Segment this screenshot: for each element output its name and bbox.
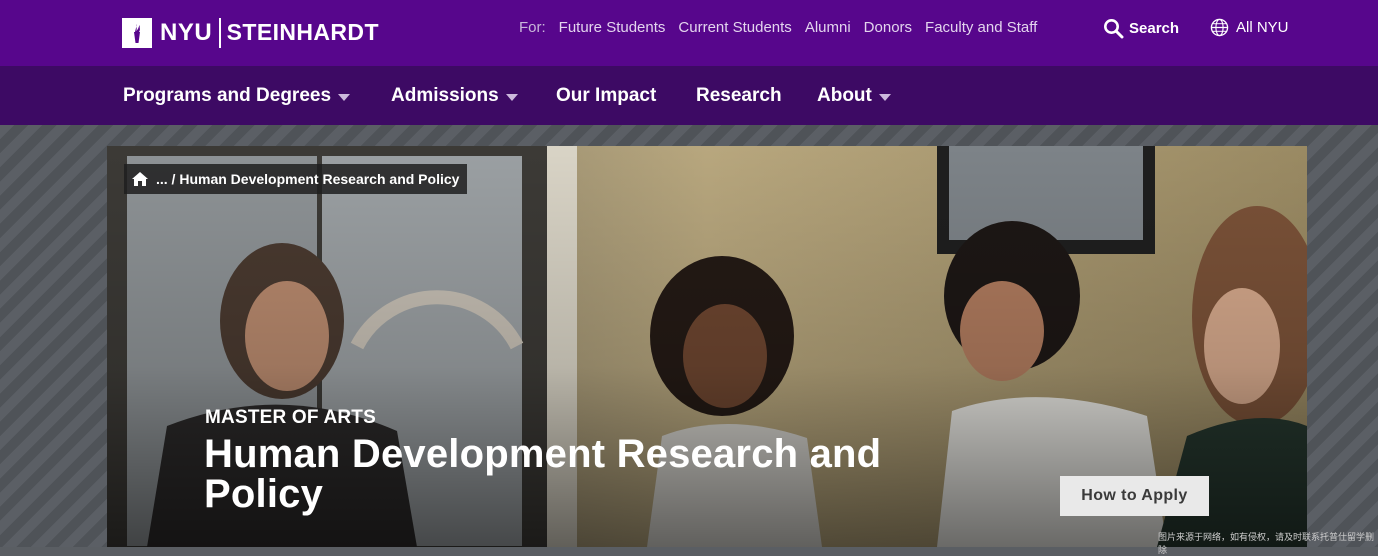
page-title: Human Development Research and Policy (204, 432, 882, 516)
search-icon (1104, 19, 1124, 39)
nav-our-impact[interactable]: Our Impact (556, 85, 656, 107)
link-donors[interactable]: Donors (864, 19, 912, 36)
nyu-steinhardt-logo[interactable]: NYU STEINHARDT (122, 17, 379, 48)
breadcrumb: ... / Human Development Research and Pol… (124, 164, 468, 194)
for-label: For: (519, 19, 546, 36)
nav-label: About (817, 85, 872, 106)
nav-label: Admissions (391, 85, 499, 106)
link-current-students[interactable]: Current Students (678, 19, 791, 36)
nyu-torch-icon (122, 17, 152, 48)
how-to-apply-button[interactable]: How to Apply (1060, 476, 1209, 516)
nav-research[interactable]: Research (696, 85, 782, 107)
caret-down-icon (338, 94, 351, 101)
nav-about[interactable]: About (817, 85, 891, 107)
logo-divider (219, 17, 221, 48)
search-label: Search (1129, 20, 1180, 37)
logo-school-text: STEINHARDT (226, 19, 379, 45)
caret-down-icon (878, 94, 891, 101)
all-nyu-button[interactable]: All NYU (1210, 18, 1289, 37)
nav-label: Research (696, 85, 782, 106)
link-faculty-staff[interactable]: Faculty and Staff (925, 19, 1037, 36)
search-button[interactable]: Search (1103, 18, 1179, 39)
home-icon[interactable] (131, 171, 149, 187)
nav-label: Programs and Degrees (123, 85, 332, 106)
main-nav: Programs and Degrees Admissions Our Impa… (0, 66, 1378, 125)
audience-links: For: Future Students Current Students Al… (519, 19, 1050, 36)
nav-programs-and-degrees[interactable]: Programs and Degrees (123, 85, 351, 107)
globe-icon (1210, 18, 1229, 37)
degree-type: MASTER OF ARTS (205, 407, 376, 428)
top-bar: NYU STEINHARDT For: Future Students Curr… (0, 0, 1378, 66)
nav-label: Our Impact (556, 85, 657, 106)
breadcrumb-trail[interactable]: ... / Human Development Research and Pol… (156, 171, 459, 187)
all-nyu-label: All NYU (1236, 19, 1289, 36)
caret-down-icon (505, 94, 518, 101)
link-future-students[interactable]: Future Students (559, 19, 666, 36)
logo-nyu-text: NYU (160, 18, 213, 46)
link-alumni[interactable]: Alumni (805, 19, 851, 36)
image-credit: 图片来源于网络，如有侵权，请及时联系托普仕留学删除 (1158, 532, 1375, 555)
nav-admissions[interactable]: Admissions (391, 85, 518, 107)
